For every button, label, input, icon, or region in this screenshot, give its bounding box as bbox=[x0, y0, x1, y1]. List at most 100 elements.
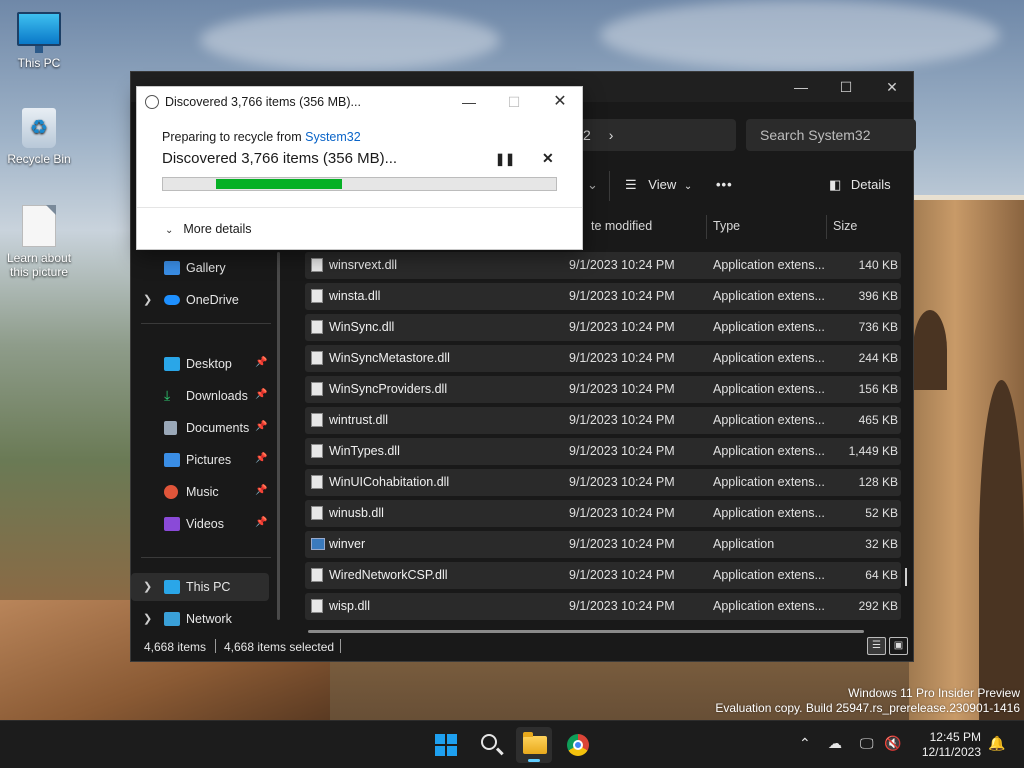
file-date: 9/1/2023 10:24 PM bbox=[569, 382, 675, 396]
navigation-pane: Gallery ❯ OneDrive Desktop 📌 ⤓ Downloads… bbox=[131, 252, 281, 632]
dll-file-icon bbox=[311, 599, 323, 613]
table-row[interactable]: wintrust.dll 9/1/2023 10:24 PM Application… bbox=[305, 405, 901, 436]
pin-icon[interactable]: 📌 bbox=[255, 485, 267, 496]
nav-item-gallery[interactable]: Gallery bbox=[131, 254, 281, 282]
table-row[interactable]: WinTypes.dll 9/1/2023 10:24 PM Application… bbox=[305, 436, 901, 467]
column-date-modified[interactable]: te modified bbox=[591, 219, 652, 233]
nav-item-videos[interactable]: Videos 📌 bbox=[131, 510, 281, 538]
minimize-button[interactable]: — bbox=[778, 72, 824, 102]
more-options-button[interactable]: ••• bbox=[716, 177, 733, 192]
nav-item-documents[interactable]: Documents 📌 bbox=[131, 414, 281, 442]
operation-status: Discovered 3,766 items (356 MB)... bbox=[162, 150, 398, 167]
pin-icon[interactable]: 📌 bbox=[255, 389, 267, 400]
table-row[interactable]: WinSyncProviders.dll 9/1/2023 10:24 PM App… bbox=[305, 374, 901, 405]
pause-button[interactable]: ❚❚ bbox=[495, 152, 515, 166]
details-pane-button[interactable]: ◧ Details bbox=[829, 177, 891, 193]
desktop-cloud bbox=[200, 10, 500, 70]
nav-item-pictures[interactable]: Pictures 📌 bbox=[131, 446, 281, 474]
chevron-down-icon: ⌄ bbox=[683, 181, 693, 192]
computer-icon bbox=[17, 12, 61, 53]
address-segment[interactable]: 2 bbox=[583, 127, 591, 143]
table-row[interactable]: WinUICohabitation.dll 9/1/2023 10:24 PM Ap… bbox=[305, 467, 901, 498]
column-size[interactable]: Size bbox=[833, 219, 857, 233]
table-row[interactable]: winsta.dll 9/1/2023 10:24 PM Application e… bbox=[305, 281, 901, 312]
volume-muted-icon[interactable]: 🔇 bbox=[884, 735, 901, 752]
nav-item-downloads[interactable]: ⤓ Downloads 📌 bbox=[131, 382, 281, 410]
pin-icon[interactable]: 📌 bbox=[255, 357, 267, 368]
search-input[interactable]: Search System32 bbox=[746, 119, 916, 151]
file-date: 9/1/2023 10:24 PM bbox=[569, 537, 675, 551]
pin-icon[interactable]: 📌 bbox=[255, 517, 267, 528]
table-row[interactable]: winver 9/1/2023 10:24 PM Application 32 KB bbox=[305, 529, 901, 560]
column-type[interactable]: Type bbox=[713, 219, 740, 233]
table-row[interactable]: winusb.dll 9/1/2023 10:24 PM Application e… bbox=[305, 498, 901, 529]
cancel-button[interactable]: ✕ bbox=[542, 150, 554, 167]
tiles-view-icon[interactable]: ▣ bbox=[889, 637, 908, 655]
vertical-scrollbar-thumb[interactable] bbox=[905, 568, 907, 586]
table-row[interactable]: WinSync.dll 9/1/2023 10:24 PM Application … bbox=[305, 312, 901, 343]
folder-icon bbox=[523, 732, 547, 754]
gallery-icon bbox=[164, 261, 180, 275]
documents-icon bbox=[164, 421, 177, 435]
close-button[interactable]: ✕ bbox=[869, 72, 915, 102]
table-row[interactable]: WiredNetworkCSP.dll 9/1/2023 10:24 PM Appl… bbox=[305, 560, 901, 591]
network-icon[interactable]: 🖵 bbox=[860, 735, 874, 752]
maximize-button[interactable]: ☐ bbox=[823, 72, 869, 102]
table-row[interactable]: WinSyncMetastore.dll 9/1/2023 10:24 PM App… bbox=[305, 343, 901, 374]
taskbar-chrome[interactable] bbox=[560, 727, 596, 763]
dialog-close-button[interactable]: ✕ bbox=[537, 87, 583, 117]
desktop-icon-label: This PC bbox=[17, 56, 61, 70]
notification-bell-icon[interactable]: 🔔 bbox=[988, 735, 1005, 752]
dialog-minimize-button[interactable]: — bbox=[446, 87, 492, 117]
nav-scrollbar[interactable] bbox=[277, 252, 280, 620]
file-list: winsrvext.dll 9/1/2023 10:24 PM Applicatio… bbox=[305, 250, 901, 622]
nav-item-this-pc[interactable]: ❯ This PC bbox=[131, 573, 269, 601]
table-row[interactable]: winsrvext.dll 9/1/2023 10:24 PM Applicatio… bbox=[305, 250, 901, 281]
dll-file-icon bbox=[311, 258, 323, 272]
start-button[interactable] bbox=[428, 727, 464, 763]
nav-item-label: Pictures bbox=[186, 453, 232, 467]
file-size: 140 KB bbox=[858, 258, 898, 272]
file-size: 396 KB bbox=[858, 289, 898, 303]
nav-item-network[interactable]: ❯ Network bbox=[131, 605, 281, 633]
file-type: Application extens... bbox=[713, 320, 825, 334]
desktop-icon-recycle-bin[interactable]: ♻ Recycle Bin bbox=[1, 108, 77, 166]
chevron-right-icon[interactable]: › bbox=[609, 127, 614, 143]
view-button[interactable]: ☰ View ⌄ bbox=[625, 177, 692, 193]
clock-date: 12/11/2023 bbox=[921, 745, 981, 759]
pin-icon[interactable]: 📌 bbox=[255, 453, 267, 464]
details-view-icon[interactable]: ☰ bbox=[867, 637, 886, 655]
onedrive-offline-icon[interactable]: ☁ bbox=[828, 735, 842, 752]
computer-icon bbox=[164, 580, 180, 594]
progress-bar bbox=[162, 177, 557, 191]
nav-item-label: Network bbox=[186, 612, 232, 626]
table-row[interactable]: wisp.dll 9/1/2023 10:24 PM Application ext… bbox=[305, 591, 901, 622]
nav-item-desktop[interactable]: Desktop 📌 bbox=[131, 350, 281, 378]
nav-item-label: Downloads bbox=[186, 389, 248, 403]
desktop-icon-this-pc[interactable]: This PC bbox=[1, 12, 77, 70]
nav-item-music[interactable]: Music 📌 bbox=[131, 478, 281, 506]
taskbar-clock[interactable]: 12:45 PM 12/11/2023 bbox=[915, 730, 981, 760]
file-type: Application extens... bbox=[713, 444, 825, 458]
source-folder-link[interactable]: System32 bbox=[305, 130, 361, 144]
chevron-right-icon[interactable]: ❯ bbox=[143, 293, 152, 306]
chevron-right-icon[interactable]: ❯ bbox=[143, 612, 152, 625]
view-button-label: View bbox=[648, 177, 677, 192]
nav-item-label: Documents bbox=[186, 421, 250, 435]
file-size: 156 KB bbox=[858, 382, 898, 396]
chevron-up-icon[interactable]: ⌃ bbox=[799, 735, 811, 752]
file-date: 9/1/2023 10:24 PM bbox=[569, 413, 675, 427]
taskbar-file-explorer[interactable] bbox=[516, 727, 552, 763]
nav-item-onedrive[interactable]: ❯ OneDrive bbox=[131, 286, 281, 314]
more-details-toggle[interactable]: ⌄ More details bbox=[165, 222, 251, 236]
address-bar[interactable]: 2 › bbox=[571, 119, 736, 151]
dialog-maximize-button: ☐ bbox=[507, 94, 521, 110]
file-date: 9/1/2023 10:24 PM bbox=[569, 506, 675, 520]
pin-icon[interactable]: 📌 bbox=[255, 421, 267, 432]
chevron-right-icon[interactable]: ❯ bbox=[143, 580, 152, 593]
chevron-down-icon[interactable]: ⌄ bbox=[587, 177, 598, 193]
nav-item-label: This PC bbox=[186, 580, 231, 594]
taskbar-search-button[interactable] bbox=[472, 727, 508, 763]
nav-item-label: Gallery bbox=[186, 261, 226, 275]
desktop-icon-learn-picture[interactable]: Learn about this picture bbox=[1, 205, 77, 279]
